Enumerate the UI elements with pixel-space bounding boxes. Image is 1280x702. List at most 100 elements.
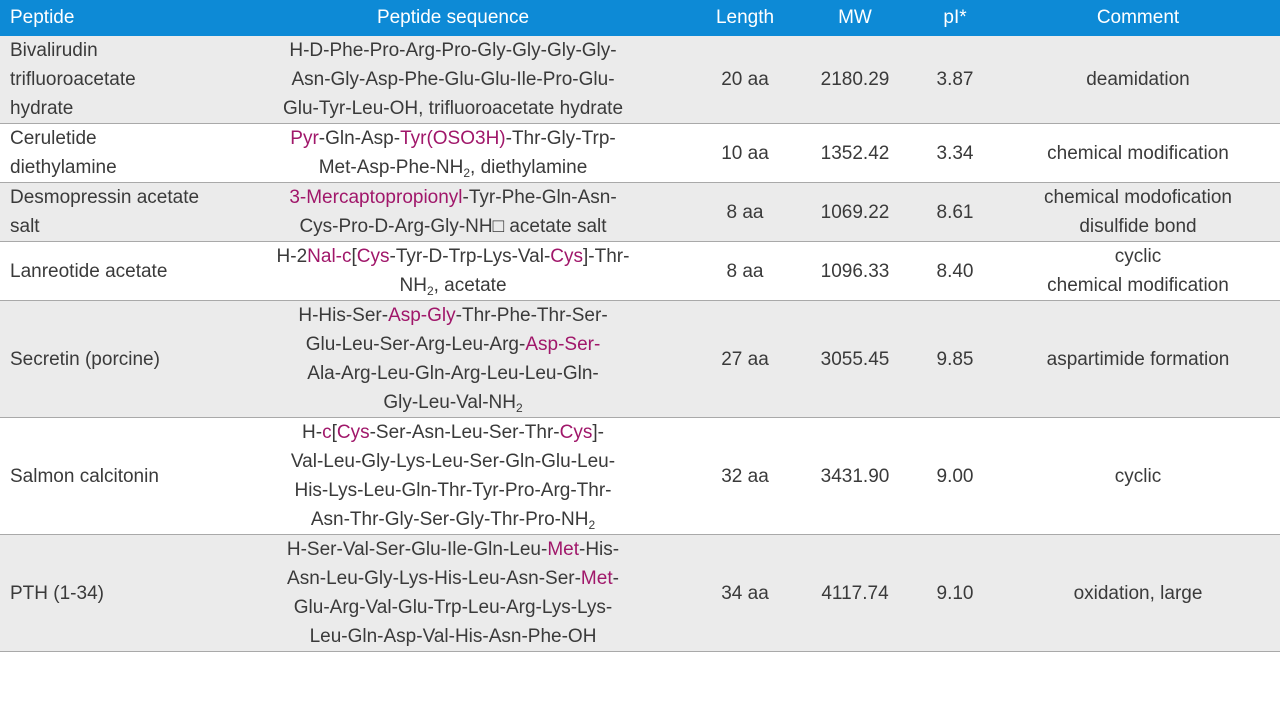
- modified-residue: Pyr: [290, 128, 319, 149]
- sequence-text: -: [612, 568, 619, 589]
- mw-cell: 1352.42: [796, 123, 914, 183]
- sequence-line: NH2, acetate: [216, 271, 690, 300]
- peptide-name: Bivalirudin trifluoroacetate hydrate: [10, 40, 136, 119]
- sequence-line: Glu-Leu-Ser-Arg-Leu-Arg-Asp-Ser-: [216, 330, 690, 359]
- sequence-cell: H-His-Ser-Asp-Gly-Thr-Phe-Thr-Ser- Glu-Le…: [212, 300, 694, 418]
- sequence-cell: 3-Mercaptopropionyl-Tyr-Phe-Gln-Asn- Cys-…: [212, 182, 694, 242]
- table-body: Bivalirudin trifluoroacetate hydrate H-D-…: [0, 36, 1280, 652]
- sequence-text: Met-Asp-Phe-NH: [318, 157, 464, 178]
- table-header-row: Peptide Peptide sequence Length MW pI* C…: [0, 0, 1280, 36]
- comment-line: deamidation: [1086, 69, 1190, 90]
- comment-cell: cyclic chemical modification: [996, 241, 1280, 301]
- pi-cell: 9.10: [914, 534, 996, 652]
- length-cell: 8 aa: [694, 182, 796, 242]
- comment-cell: chemical modification: [996, 123, 1280, 183]
- sequence-text: Gly-Leu-Val-NH: [383, 392, 516, 413]
- peptide-name: Lanreotide acetate: [10, 260, 168, 282]
- sequence-text: Val-Leu-Gly-Lys-Leu-Ser-Gln-Glu-Leu-: [290, 451, 616, 472]
- sequence-text: Glu-Tyr-Leu-OH, trifluoroacetate hydrate: [282, 98, 624, 119]
- sequence-line: Gly-Leu-Val-NH2: [216, 388, 690, 417]
- modified-residue: Asp-Ser-: [525, 334, 601, 355]
- sequence-text: Leu-Gln-Asp-Val-His-Asn-Phe-OH: [309, 626, 597, 647]
- length-cell: 10 aa: [694, 123, 796, 183]
- modified-residue: Nal-c: [307, 246, 352, 267]
- modified-residue: Met: [580, 568, 613, 589]
- sequence-text: Glu-Arg-Val-Glu-Trp-Leu-Arg-Lys-Lys-: [293, 597, 613, 618]
- sequence-line: H-His-Ser-Asp-Gly-Thr-Phe-Thr-Ser-: [216, 301, 690, 330]
- comment-cell: chemical modofication disulfide bond: [996, 182, 1280, 242]
- mw-cell: 3055.45: [796, 300, 914, 418]
- comment-line: chemical modofication: [1044, 187, 1232, 208]
- comment-line: cyclic: [1114, 246, 1162, 267]
- sequence-line: H-2Nal-c[Cys-Tyr-D-Trp-Lys-Val-Cys]-Thr-: [216, 242, 690, 271]
- table-row: PTH (1-34) H-Ser-Val-Ser-Glu-Ile-Gln-Leu-…: [0, 534, 1280, 652]
- sequence-line: 3-Mercaptopropionyl-Tyr-Phe-Gln-Asn-: [216, 183, 690, 212]
- sequence-text: -Tyr-D-Trp-Lys-Val-: [389, 246, 551, 267]
- modified-residue: Cys: [336, 422, 370, 443]
- sequence-text: Cys-Pro-D-Arg-Gly-NH□ acetate salt: [299, 216, 607, 237]
- peptide-name-cell: Lanreotide acetate: [0, 241, 212, 301]
- table-row: Ceruletide diethylamine Pyr-Gln-Asp-Tyr(O…: [0, 123, 1280, 183]
- comment-line: cyclic: [1114, 465, 1162, 487]
- mw-cell: 2180.29: [796, 36, 914, 124]
- sequence-line: H-Ser-Val-Ser-Glu-Ile-Gln-Leu-Met-His-: [216, 535, 690, 564]
- sequence-text: ]-: [592, 422, 604, 443]
- header-length: Length: [715, 7, 775, 28]
- peptide-name-cell: PTH (1-34): [0, 534, 212, 652]
- peptide-name-cell: Ceruletide diethylamine: [0, 123, 212, 183]
- length-cell: 32 aa: [694, 417, 796, 535]
- subscript: 2: [516, 401, 523, 415]
- sequence-text: His-Lys-Leu-Gln-Thr-Tyr-Pro-Arg-Thr-: [294, 480, 612, 501]
- length-cell: 34 aa: [694, 534, 796, 652]
- header-sequence: Peptide sequence: [376, 7, 530, 28]
- peptide-name: Desmopressin acetate salt: [10, 187, 200, 237]
- peptide-name: PTH (1-34): [10, 582, 104, 604]
- sequence-text: -Gln-Asp-: [318, 128, 401, 149]
- sequence-text: -Tyr-Phe-Gln-Asn-: [462, 187, 617, 208]
- sequence-cell: H-D-Phe-Pro-Arg-Pro-Gly-Gly-Gly-Gly- Asn-…: [212, 36, 694, 124]
- pi-cell: 3.87: [914, 36, 996, 124]
- comment-cell: cyclic: [996, 417, 1280, 535]
- table-row: Salmon calcitonin H-c[Cys-Ser-Asn-Leu-Ser…: [0, 417, 1280, 535]
- mw-cell: 1069.22: [796, 182, 914, 242]
- subscript: 2: [588, 518, 596, 532]
- comment-cell: deamidation: [996, 36, 1280, 124]
- sequence-line: His-Lys-Leu-Gln-Thr-Tyr-Pro-Arg-Thr-: [216, 476, 690, 505]
- sequence-text: H-2: [276, 246, 308, 267]
- sequence-text: , diethylamine: [470, 157, 588, 178]
- sequence-text: NH: [399, 275, 427, 296]
- sequence-line: Asn-Thr-Gly-Ser-Gly-Thr-Pro-NH2: [216, 505, 690, 534]
- length-cell: 27 aa: [694, 300, 796, 418]
- sequence-line: Cys-Pro-D-Arg-Gly-NH□ acetate salt: [216, 212, 690, 241]
- sequence-text: Asn-Leu-Gly-Lys-His-Leu-Asn-Ser-: [287, 568, 581, 589]
- sequence-line: Val-Leu-Gly-Lys-Leu-Ser-Gln-Glu-Leu-: [216, 447, 690, 476]
- table-row: Secretin (porcine) H-His-Ser-Asp-Gly-Thr-…: [0, 300, 1280, 418]
- comment-cell: aspartimide formation: [996, 300, 1280, 418]
- sequence-cell: H-Ser-Val-Ser-Glu-Ile-Gln-Leu-Met-His- As…: [212, 534, 694, 652]
- comment-line: aspartimide formation: [1046, 348, 1230, 370]
- sequence-text: H-His-Ser-: [298, 305, 389, 326]
- length-cell: 8 aa: [694, 241, 796, 301]
- sequence-text: ]-Thr-: [583, 246, 630, 267]
- sequence-line: Glu-Arg-Val-Glu-Trp-Leu-Arg-Lys-Lys-: [216, 593, 690, 622]
- comment-cell: oxidation, large: [996, 534, 1280, 652]
- sequence-cell: H-c[Cys-Ser-Asn-Leu-Ser-Thr-Cys]- Val-Leu…: [212, 417, 694, 535]
- sequence-text: , acetate: [433, 275, 507, 296]
- length-cell: 20 aa: [694, 36, 796, 124]
- pi-cell: 9.00: [914, 417, 996, 535]
- peptide-name: Ceruletide diethylamine: [10, 128, 117, 178]
- modified-residue: 3-Mercaptopropionyl: [289, 187, 463, 208]
- sequence-line: Leu-Gln-Asp-Val-His-Asn-Phe-OH: [216, 622, 690, 651]
- sequence-line: Met-Asp-Phe-NH2, diethylamine: [216, 153, 690, 182]
- modified-residue: Tyr(OSO3H): [400, 128, 506, 149]
- sequence-text: -Thr-Gly-Trp-: [505, 128, 616, 149]
- modified-residue: Cys: [559, 422, 593, 443]
- header-comment: Comment: [1096, 7, 1180, 28]
- modified-residue: Met: [547, 539, 579, 560]
- header-mw: MW: [838, 7, 872, 28]
- mw-cell: 4117.74: [796, 534, 914, 652]
- pi-cell: 9.85: [914, 300, 996, 418]
- sequence-line: Ala-Arg-Leu-Gln-Arg-Leu-Leu-Gln-: [216, 359, 690, 388]
- sequence-text: H-D-Phe-Pro-Arg-Pro-Gly-Gly-Gly-Gly-: [289, 40, 617, 61]
- sequence-line: Glu-Tyr-Leu-OH, trifluoroacetate hydrate: [216, 94, 690, 123]
